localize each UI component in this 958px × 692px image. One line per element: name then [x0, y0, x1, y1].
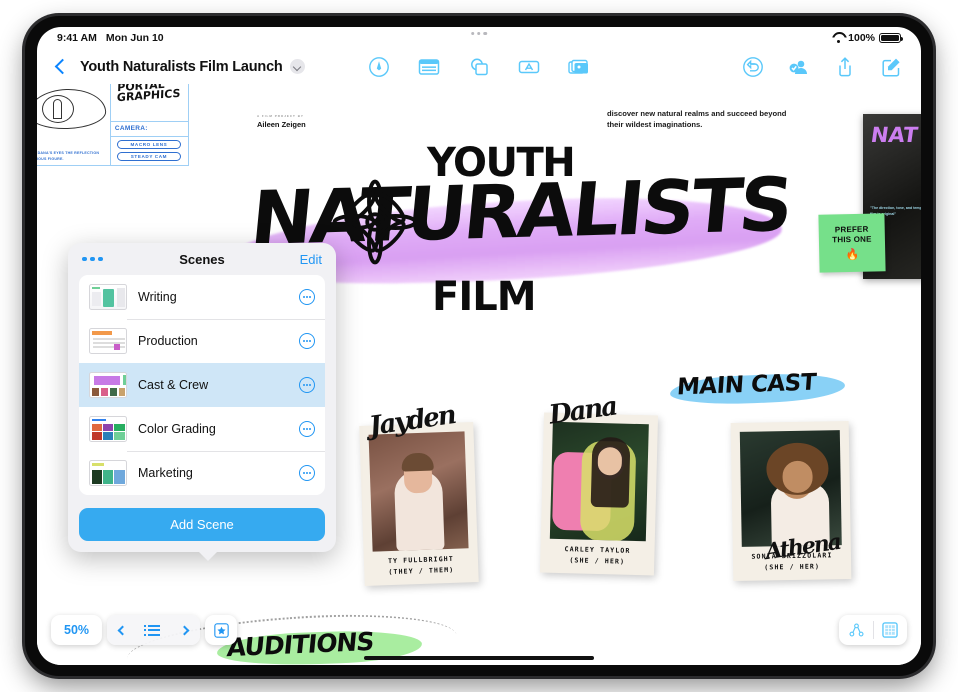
scene-row-cast-and-crew[interactable]: Cast & Crew: [79, 363, 325, 407]
text-box-icon[interactable]: [517, 55, 541, 79]
scene-label: Production: [138, 334, 198, 348]
scene-row-color-grading[interactable]: Color Grading: [79, 407, 325, 451]
sticky-note[interactable]: PREFER THIS ONE 🔥: [818, 213, 886, 273]
page-title: Youth Naturalists Film Launch: [80, 58, 283, 75]
scenes-list: Writing Production Cast & Crew Color Gra…: [79, 275, 325, 495]
wifi-icon: [832, 33, 844, 43]
cast-polaroid[interactable]: CARLEY TAYLOR (SHE / HER): [539, 412, 659, 576]
scene-label: Marketing: [138, 466, 193, 480]
poster-title: NAT: [869, 123, 920, 147]
author-name: Aileen Zeigen: [257, 120, 306, 129]
info-ellipsis-icon[interactable]: [299, 377, 315, 393]
storyboard-card[interactable]: EN ON DANA'S EYES THE REFLECTION YSTERIO…: [37, 84, 189, 166]
macro-lens-pill: MACRO LENS: [116, 140, 181, 149]
flower-doodle-icon: [332, 179, 418, 265]
compose-icon[interactable]: [879, 55, 903, 79]
grid-canvas-icon[interactable]: [873, 615, 907, 645]
scene-row-production[interactable]: Production: [79, 319, 325, 363]
scene-thumbnail: [89, 416, 127, 442]
cast-photo: [368, 431, 469, 552]
info-ellipsis-icon[interactable]: [299, 289, 315, 305]
cast-polaroid[interactable]: TY FULLBRIGHT (THEY / THEM): [359, 422, 479, 586]
status-time: 9:41 AM: [57, 32, 97, 44]
cast-photo: [549, 421, 649, 542]
scene-label: Cast & Crew: [138, 378, 209, 392]
fire-emoji-icon: 🔥: [845, 248, 860, 262]
media-icon[interactable]: [567, 55, 591, 79]
title-film: FILM: [432, 274, 536, 320]
storyboard-note: EN ON DANA'S EYES THE REFLECTION YSTERIO…: [37, 151, 100, 161]
document-toolbar: Youth Naturalists Film Launch: [37, 49, 921, 84]
ipad-screen: 9:41 AM Mon Jun 10 100% Youth Naturalist…: [37, 27, 921, 665]
scene-label: Writing: [138, 290, 177, 304]
zoom-control[interactable]: 50%: [51, 615, 103, 645]
cast-caption: TY FULLBRIGHT (THEY / THEM): [387, 554, 455, 576]
info-ellipsis-icon[interactable]: [299, 465, 315, 481]
author-kicker: A FILM PROJECT BY: [257, 114, 304, 118]
scene-thumbnail: [89, 460, 127, 486]
chevron-down-icon[interactable]: [289, 59, 305, 74]
edit-button[interactable]: Edit: [300, 252, 322, 267]
scene-navigation-group: [107, 615, 201, 645]
scenes-popover: Scenes Edit Writing Production Cast & Cr…: [68, 243, 336, 561]
portal-graphics-label: PORTAL GRAPHICS: [116, 84, 181, 105]
battery-icon: [879, 32, 904, 44]
table-icon[interactable]: [417, 55, 441, 79]
author-credit: A FILM PROJECT BY Aileen Zeigen: [257, 114, 306, 129]
synopsis-text: discover new natural realms and succeed …: [607, 109, 787, 129]
scene-thumbnail: [89, 328, 127, 354]
scene-thumbnail: [89, 284, 127, 310]
back-chevron-icon[interactable]: [55, 58, 66, 76]
bottom-left-toolbar: 50%: [51, 615, 238, 645]
node-graph-icon[interactable]: [839, 615, 873, 645]
info-ellipsis-icon[interactable]: [299, 421, 315, 437]
cast-caption: CARLEY TAYLOR (SHE / HER): [564, 544, 631, 566]
storyboard-sketch: EN ON DANA'S EYES THE REFLECTION YSTERIO…: [37, 84, 111, 165]
center-tool-group: [367, 55, 591, 79]
scene-row-marketing[interactable]: Marketing: [79, 451, 325, 495]
scene-row-writing[interactable]: Writing: [79, 275, 325, 319]
zoom-level-label[interactable]: 50%: [51, 623, 102, 637]
undo-icon[interactable]: [741, 55, 765, 79]
camera-label: CAMERA:: [114, 125, 148, 132]
person-badge-icon[interactable]: [787, 55, 811, 79]
right-tool-group: [741, 55, 903, 79]
status-bar: 9:41 AM Mon Jun 10 100%: [37, 27, 921, 49]
home-indicator[interactable]: [364, 655, 594, 660]
more-dots-icon[interactable]: [82, 256, 103, 262]
steady-cam-pill: STEADY CAM: [116, 152, 181, 161]
star-box-icon[interactable]: [205, 615, 238, 645]
chevron-left-icon[interactable]: [107, 615, 138, 645]
scene-label: Color Grading: [138, 422, 216, 436]
share-icon[interactable]: [833, 55, 857, 79]
sticky-note-text: PREFER THIS ONE: [832, 224, 872, 245]
status-date: Mon Jun 10: [105, 32, 164, 44]
shapes-icon[interactable]: [467, 55, 491, 79]
scene-list-icon[interactable]: [138, 615, 169, 645]
add-scene-button[interactable]: Add Scene: [79, 508, 325, 541]
chevron-right-icon[interactable]: [169, 615, 200, 645]
cast-photo: [739, 430, 842, 547]
storyboard-details: PORTAL GRAPHICS CAMERA: MACRO LENS STEAD…: [110, 84, 188, 165]
pen-circle-icon[interactable]: [367, 55, 391, 79]
window-handle-dots[interactable]: [471, 32, 487, 36]
scenes-popover-header: Scenes Edit: [68, 243, 336, 275]
scene-thumbnail: [89, 372, 127, 398]
scenes-title: Scenes: [179, 251, 225, 267]
battery-percent: 100%: [848, 32, 875, 44]
info-ellipsis-icon[interactable]: [299, 333, 315, 349]
bottom-right-toolbar: [839, 615, 907, 645]
main-cast-heading: MAIN CAST: [676, 369, 817, 401]
ipad-device-frame: 9:41 AM Mon Jun 10 100% Youth Naturalist…: [25, 16, 933, 676]
title-naturalists: NATURALISTS: [247, 161, 794, 263]
